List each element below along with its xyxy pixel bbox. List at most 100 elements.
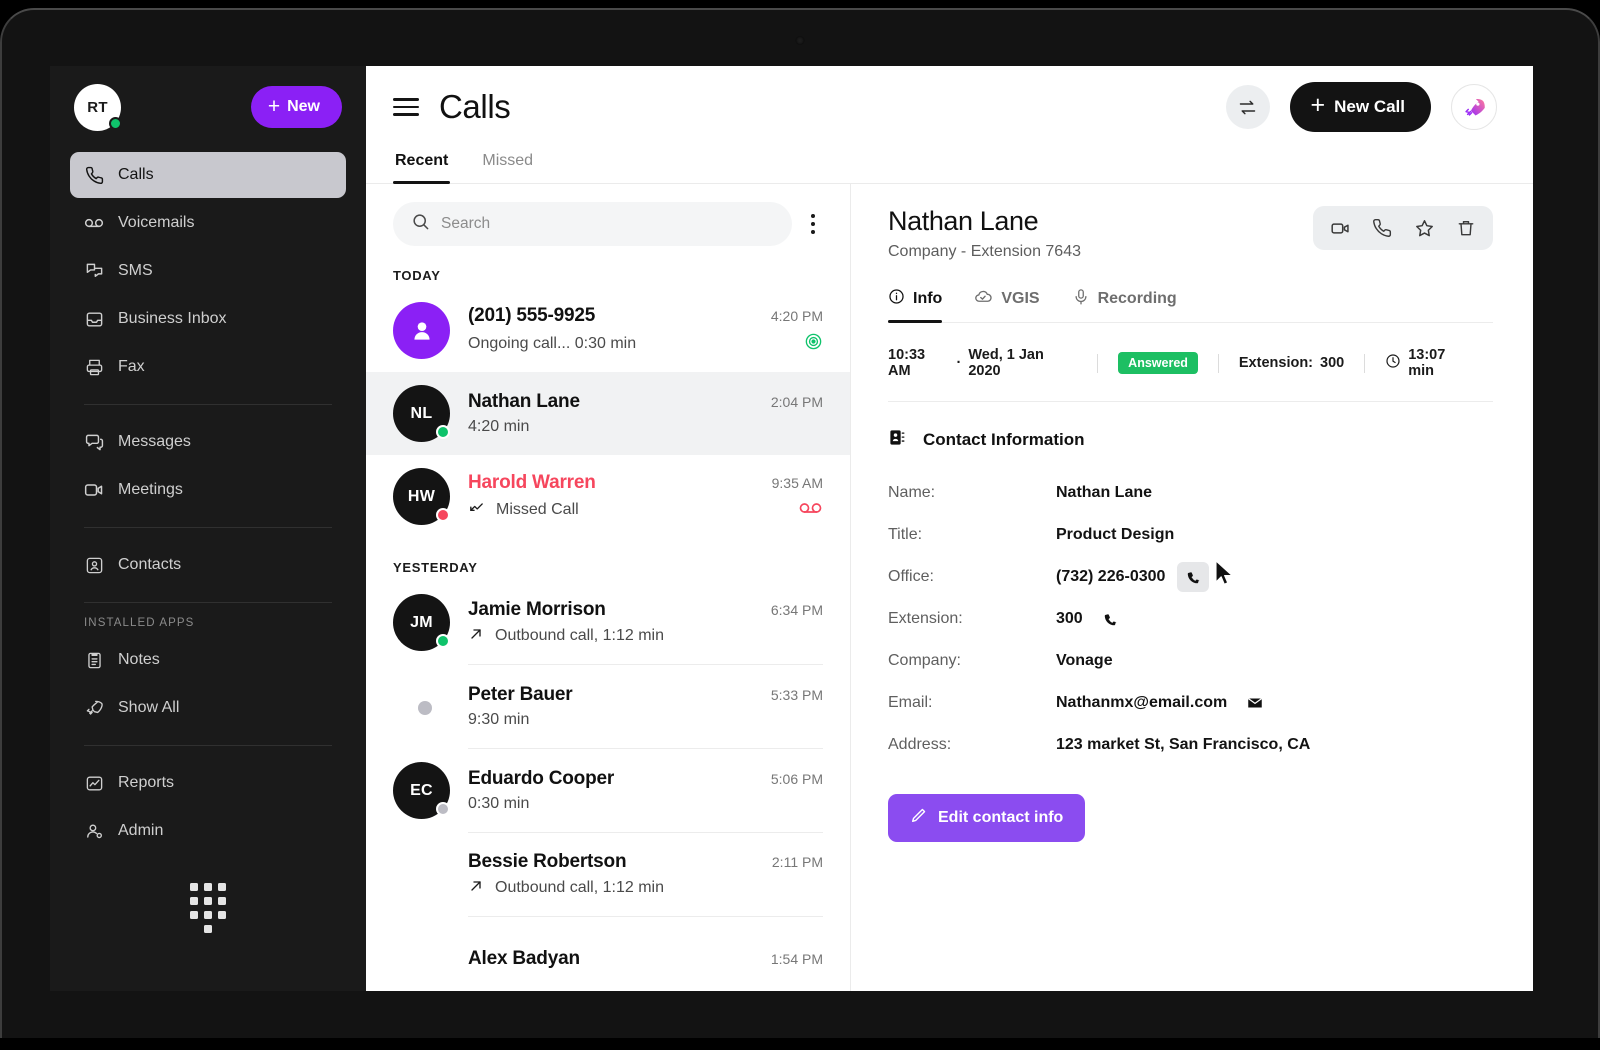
tab-info[interactable]: Info <box>888 287 943 323</box>
list-options-icon[interactable] <box>800 208 826 240</box>
sidebar-item-reports[interactable]: Reports <box>70 760 346 806</box>
call-date: Wed, 1 Jan 2020 <box>968 347 1044 379</box>
call-office-icon[interactable] <box>1177 562 1210 592</box>
sidebar-item-label: Reports <box>118 774 175 791</box>
sidebar-item-messages[interactable]: Messages <box>70 419 346 465</box>
call-time: 4:20 PM <box>770 308 823 324</box>
sidebar-divider-2 <box>84 527 332 528</box>
call-time: 10:33 AM <box>888 347 926 379</box>
call-list: TODAY (201) 555-9925 4:20 PM <box>366 184 851 991</box>
contact-detail-panel: Nathan Lane Company - Extension 7643 Inf… <box>851 184 1533 991</box>
transfer-icon[interactable] <box>1225 85 1270 129</box>
mail-icon[interactable] <box>1239 688 1271 718</box>
app-screen: RT + New Calls Voicemails SMS Business I… <box>50 66 1533 991</box>
presence-dot <box>436 634 450 648</box>
sidebar-item-sms[interactable]: SMS <box>70 248 346 294</box>
call-time: 5:33 PM <box>770 687 823 703</box>
info-label: Address: <box>888 736 952 753</box>
edit-contact-info-button[interactable]: Edit contact info <box>888 794 1086 842</box>
presence-dot <box>436 508 450 522</box>
call-subtitle: 0:30 min <box>468 795 530 812</box>
call-list-item-missed[interactable]: HW Harold Warren 9:35 AM Missed Call <box>366 455 850 538</box>
clock-icon <box>1385 353 1401 373</box>
sidebar-item-label: Fax <box>118 358 145 375</box>
rocket-launcher-icon[interactable] <box>1451 84 1497 130</box>
outbound-call-arrow-icon <box>468 626 484 647</box>
detail-header: Nathan Lane Company - Extension 7643 <box>888 206 1493 261</box>
admin-icon <box>84 821 104 841</box>
tab-label: Info <box>913 290 943 307</box>
sidebar-item-label: Messages <box>118 433 191 450</box>
sidebar-item-label: Business Inbox <box>118 310 227 327</box>
call-subtitle: Outbound call, 1:12 min <box>495 627 664 644</box>
info-value: 123 market St, San Francisco, CA <box>1056 736 1311 753</box>
call-meta-row: 10:33 AM · Wed, 1 Jan 2020 Answered Exte… <box>888 323 1493 402</box>
call-list-item[interactable]: Bessie Robertson 2:11 PM Outbound call, … <box>366 833 850 916</box>
contact-information-header: Contact Information <box>888 428 1493 452</box>
call-time: 2:11 PM <box>771 853 823 870</box>
call-list-item[interactable]: Peter Bauer 5:33 PM 9:30 min <box>366 665 850 748</box>
page-title: Calls <box>439 88 511 125</box>
voicemail-icon[interactable] <box>799 500 823 520</box>
call-icon[interactable] <box>1365 213 1399 243</box>
call-contact-name: Alex Badyan <box>468 947 580 969</box>
tab-recent[interactable]: Recent <box>393 148 451 184</box>
extension-value: 300 <box>1320 355 1345 371</box>
avatar: EC <box>393 762 450 819</box>
rocket-icon <box>84 698 104 718</box>
call-extension-icon[interactable] <box>1095 604 1127 634</box>
search-row <box>366 202 850 246</box>
call-tabs: Recent Missed <box>366 148 1533 184</box>
tab-missed[interactable]: Missed <box>480 148 535 183</box>
info-label: Company: <box>888 652 961 669</box>
sidebar-nav: Calls Voicemails SMS Business Inbox Fax … <box>70 152 346 854</box>
sidebar-item-show-all[interactable]: Show All <box>70 685 346 731</box>
voicemail-icon <box>84 213 104 233</box>
tab-vgis[interactable]: VGIS <box>974 287 1040 322</box>
meta-separator: · <box>956 355 962 371</box>
detail-tabs: Info VGIS Recording <box>888 287 1493 323</box>
call-list-item[interactable]: JM Jamie Morrison 6:34 PM Outbound call,… <box>366 581 850 664</box>
sidebar-item-contacts[interactable]: Contacts <box>70 542 346 588</box>
avatar: JM <box>393 594 450 651</box>
sidebar: RT + New Calls Voicemails SMS Business I… <box>50 66 366 991</box>
favorite-star-icon[interactable] <box>1407 213 1441 243</box>
sidebar-item-calls[interactable]: Calls <box>70 152 346 198</box>
sidebar-item-admin[interactable]: Admin <box>70 808 346 854</box>
tab-recording[interactable]: Recording <box>1072 287 1177 322</box>
sidebar-item-label: Contacts <box>118 556 182 573</box>
call-list-item[interactable]: Alex Badyan 1:54 PM <box>366 917 850 991</box>
call-list-item[interactable]: EC Eduardo Cooper 5:06 PM 0:30 min <box>366 749 850 832</box>
call-list-item-ongoing[interactable]: (201) 555-9925 4:20 PM Ongoing call... 0… <box>366 289 850 372</box>
day-group-label: TODAY <box>393 268 441 283</box>
info-row-name: Name: Nathan Lane <box>888 472 1493 514</box>
camera-icon <box>795 36 805 45</box>
info-row-office: Office: (732) 226-0300 <box>888 556 1493 598</box>
call-subtitle: 4:20 min <box>468 418 530 435</box>
hamburger-menu-icon[interactable] <box>393 93 419 120</box>
call-subtitle: Outbound call, 1:12 min <box>495 879 664 896</box>
sidebar-item-fax[interactable]: Fax <box>70 344 346 390</box>
search-input[interactable] <box>441 215 774 233</box>
sidebar-item-notes[interactable]: Notes <box>70 637 346 683</box>
new-button[interactable]: + New <box>250 86 342 128</box>
inbox-icon <box>84 309 104 329</box>
topbar: Calls + New Call <box>366 66 1533 148</box>
avatar[interactable]: RT <box>74 83 122 131</box>
sidebar-item-meetings[interactable]: Meetings <box>70 467 346 513</box>
delete-trash-icon[interactable] <box>1449 213 1483 243</box>
info-label: Name: <box>888 484 936 501</box>
new-call-label: New Call <box>1334 97 1405 116</box>
new-call-button[interactable]: + New Call <box>1289 82 1431 132</box>
sidebar-item-voicemails[interactable]: Voicemails <box>70 200 346 246</box>
sidebar-item-label: Calls <box>118 166 154 183</box>
search-box[interactable] <box>393 202 792 246</box>
main-panel: Calls + New Call Recent Missed Search TO… <box>366 66 1533 991</box>
info-value: Nathanmx@email.com <box>1056 694 1228 711</box>
call-list-item-selected[interactable]: NL Nathan Lane 2:04 PM 4:20 min <box>366 372 850 455</box>
avatar <box>393 302 450 359</box>
dialpad-button[interactable] <box>50 883 366 933</box>
sidebar-item-label: SMS <box>118 262 153 279</box>
sidebar-item-business-inbox[interactable]: Business Inbox <box>70 296 346 342</box>
video-call-icon[interactable] <box>1323 213 1357 243</box>
